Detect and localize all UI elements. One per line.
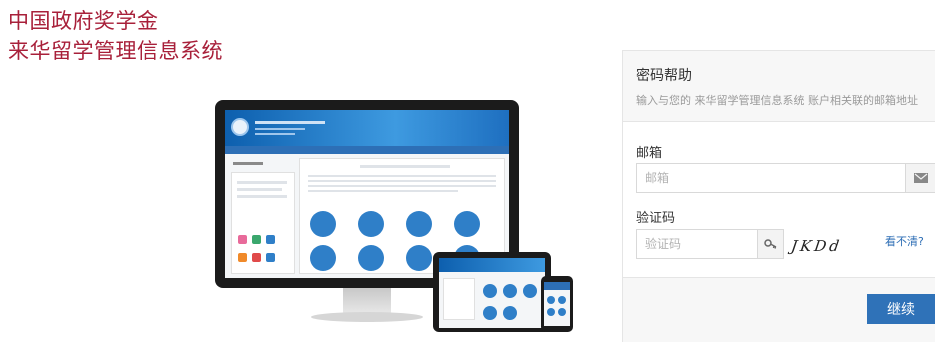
screen-text-line [308,180,496,182]
tablet-circle-icon [503,306,517,320]
phone-circle-icon [547,308,555,316]
site-title-line2: 来华留学管理信息系统 [8,39,223,63]
screen-app-icon [252,253,261,262]
screen-text-line [237,188,282,191]
screen-text-line [255,128,305,130]
email-label: 邮箱 [636,146,663,161]
site-title: 中国政府奖学金 来华留学管理信息系统 [8,6,223,66]
panel-subtitle: 输入与您的 来华留学管理信息系统 账户相关联的邮箱地址 [636,94,918,107]
tablet-sidebar [443,278,475,320]
screen-text-line [308,190,458,192]
captcha-addon [758,229,784,259]
tablet-screen [439,258,545,328]
panel-header: 密码帮助 输入与您的 来华留学管理信息系统 账户相关联的邮箱地址 [623,51,935,122]
tablet-banner [439,258,545,272]
phone-screen [544,282,570,326]
screen-circle-icon [310,245,336,271]
screen-nav [225,146,509,154]
continue-button[interactable]: 继续 [867,294,935,324]
screen-text-line [237,181,287,184]
tablet-circle-icon [483,284,497,298]
devices-illustration [215,100,575,332]
captcha-image: JKDd [789,237,844,255]
phone-circle-icon [558,308,566,316]
screen-app-icon [252,235,261,244]
screen-circle-icon [406,245,432,271]
tablet-circle-icon [523,284,537,298]
phone-banner [544,282,570,290]
phone-circle-icon [558,296,566,304]
captcha-refresh-link[interactable]: 看不清? [885,233,924,249]
screen-app-icon [266,253,275,262]
screen-text-line [255,121,325,124]
screen-banner [225,110,509,146]
monitor-stand [343,288,391,314]
envelope-icon [913,173,928,183]
screen-sidebar [231,172,295,274]
screen-app-icon [266,235,275,244]
tablet-image [433,252,551,332]
tablet-circle-icon [483,306,497,320]
screen-circle-icon [310,211,336,237]
tablet-circle-icon [503,284,517,298]
panel-title: 密码帮助 [636,68,692,84]
screen-circle-icon [358,245,384,271]
phone-circle-icon [547,296,555,304]
password-help-panel: 密码帮助 输入与您的 来华留学管理信息系统 账户相关联的邮箱地址 邮箱 验证码 … [622,50,935,342]
screen-app-icon [238,235,247,244]
phone-image [541,276,573,332]
captcha-label: 验证码 [636,211,676,226]
panel-footer: 继续 [623,277,935,342]
screen-text-line [308,175,496,177]
screen-circle-icon [358,211,384,237]
screen-logo-icon [231,118,249,136]
screen-text-line [308,185,496,187]
email-addon [906,163,935,193]
screen-text-line [237,195,287,198]
screen-text-line [255,133,295,135]
site-title-line1: 中国政府奖学金 [8,9,159,33]
screen-circle-icon [406,211,432,237]
key-icon [763,239,776,249]
screen-text-line [360,165,450,168]
captcha-input[interactable] [636,229,758,259]
screen-app-icon [238,253,247,262]
email-input[interactable] [636,163,906,193]
screen-text-line [233,162,263,165]
screen-circle-icon [454,211,480,237]
monitor-base [311,312,423,322]
